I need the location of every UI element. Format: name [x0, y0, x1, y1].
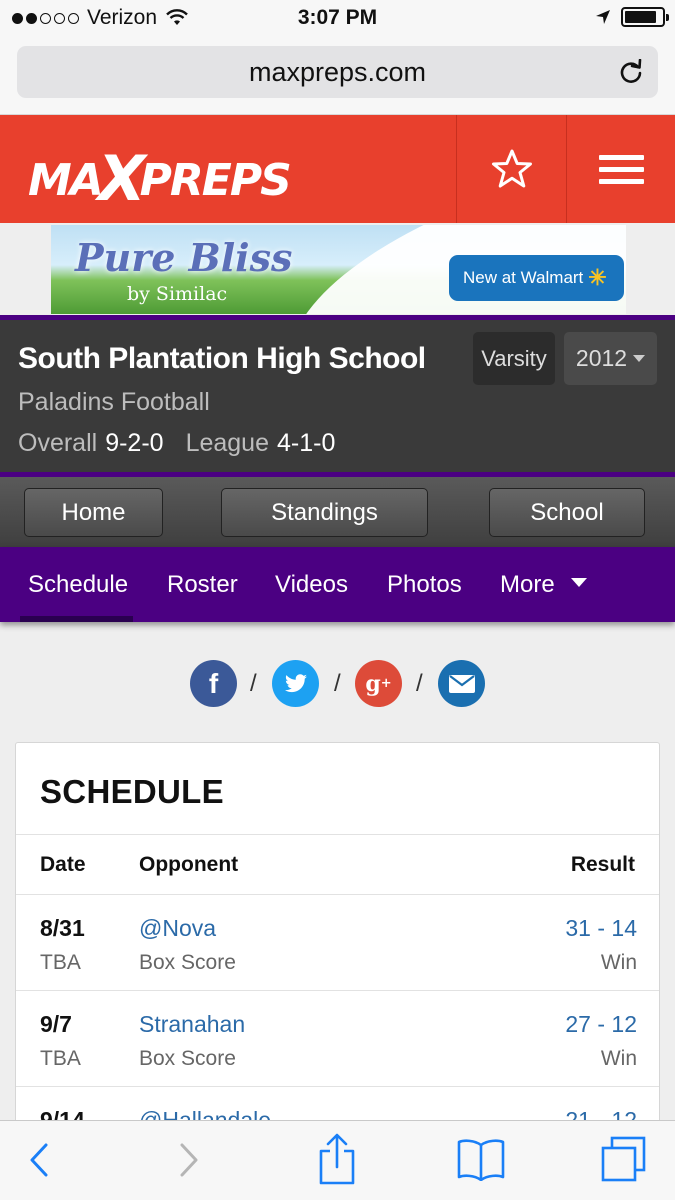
- schedule-title: SCHEDULE: [40, 773, 224, 810]
- share-icon[interactable]: [317, 1131, 357, 1187]
- game-date: 9/7: [40, 1011, 72, 1037]
- hamburger-icon: [598, 148, 644, 191]
- game-time: TBA: [40, 1047, 81, 1070]
- logo-part-b: PREPS: [139, 155, 292, 206]
- score-link[interactable]: 27 - 12: [565, 1011, 637, 1038]
- site-header: MAXPREPS: [0, 115, 675, 223]
- score-link[interactable]: 31 - 14: [565, 915, 637, 942]
- standings-button-label: Standings: [271, 498, 378, 526]
- year-select[interactable]: 2012: [564, 332, 657, 385]
- team-sport: Paladins Football: [18, 388, 210, 416]
- active-tab-indicator: [20, 616, 133, 622]
- tabs-icon[interactable]: [600, 1135, 648, 1183]
- tab-more-label: More: [500, 571, 555, 598]
- team-tabs: Schedule Roster Videos Photos More: [0, 547, 675, 622]
- game-date: 8/31: [40, 915, 85, 941]
- facebook-icon[interactable]: f: [190, 660, 237, 707]
- browser-toolbar: [0, 1120, 675, 1200]
- logo-part-a: MA: [28, 155, 104, 206]
- reload-icon[interactable]: [618, 59, 644, 85]
- divider: [16, 834, 659, 835]
- team-header: South Plantation High School Paladins Fo…: [0, 315, 675, 477]
- overall-label: Overall: [18, 429, 98, 457]
- ad-title: Pure Bliss: [75, 235, 293, 280]
- tab-roster[interactable]: Roster: [167, 571, 238, 599]
- overall-record: 9-2-0: [105, 429, 164, 457]
- chevron-down-icon: [570, 578, 587, 588]
- home-button[interactable]: Home: [24, 488, 163, 537]
- google-plus-icon[interactable]: g +: [355, 660, 402, 707]
- opponent-link[interactable]: Stranahan: [139, 1011, 245, 1038]
- bookmarks-icon[interactable]: [456, 1137, 506, 1181]
- forward-icon[interactable]: [176, 1135, 202, 1185]
- home-button-label: Home: [61, 498, 126, 526]
- league-record: 4-1-0: [277, 429, 336, 457]
- column-header-opponent: Opponent: [139, 853, 239, 876]
- box-score-link[interactable]: Box Score: [139, 951, 236, 975]
- browser-address-area: maxpreps.com: [0, 38, 675, 115]
- game-time: TBA: [40, 951, 81, 974]
- address-bar[interactable]: maxpreps.com: [17, 46, 658, 98]
- school-button[interactable]: School: [489, 488, 645, 537]
- logo-x: X: [97, 142, 146, 215]
- ad-banner[interactable]: Pure Bliss by Similac New at Walmart ✳: [51, 225, 626, 314]
- tab-more[interactable]: More: [500, 571, 587, 599]
- tab-photos[interactable]: Photos: [387, 571, 462, 599]
- share-separator: /: [250, 670, 257, 697]
- share-separator: /: [334, 670, 341, 697]
- ad-cta[interactable]: New at Walmart ✳: [449, 255, 624, 301]
- twitter-icon[interactable]: [272, 660, 319, 707]
- ad-cta-label: New at Walmart: [463, 268, 584, 287]
- walmart-spark-icon: ✳: [588, 265, 607, 290]
- share-separator: /: [416, 670, 423, 697]
- level-label: Varsity: [481, 345, 547, 371]
- school-button-label: School: [530, 498, 604, 526]
- game-result: Win: [600, 951, 637, 974]
- star-icon: [491, 149, 532, 188]
- menu-button[interactable]: [567, 115, 675, 223]
- maxpreps-logo[interactable]: MAXPREPS: [28, 137, 292, 215]
- status-bar: Verizon 3:07 PM: [0, 0, 675, 38]
- level-button[interactable]: Varsity: [473, 332, 555, 385]
- schedule-row: 8/31 TBA @Nova Box Score 31 - 14 Win: [16, 894, 659, 990]
- box-score-link[interactable]: Box Score: [139, 1047, 236, 1071]
- battery-icon: [621, 7, 669, 27]
- favorite-button[interactable]: [457, 115, 566, 223]
- schedule-row: 9/7 TBA Stranahan Box Score 27 - 12 Win: [16, 990, 659, 1086]
- status-right: [595, 7, 669, 27]
- chevron-down-icon: [633, 355, 646, 362]
- game-result: Win: [600, 1047, 637, 1070]
- location-arrow-icon: [596, 10, 610, 24]
- opponent-link[interactable]: @Nova: [139, 915, 216, 942]
- team-record: Overall 9-2-0 League 4-1-0: [18, 429, 357, 458]
- tab-schedule[interactable]: Schedule: [28, 571, 128, 599]
- tab-videos[interactable]: Videos: [275, 571, 348, 599]
- standings-button[interactable]: Standings: [221, 488, 428, 537]
- email-icon[interactable]: [438, 660, 485, 707]
- ad-subtitle: by Similac: [127, 283, 228, 305]
- share-row: f / / g + /: [0, 660, 675, 708]
- clock: 3:07 PM: [297, 6, 378, 29]
- back-icon[interactable]: [26, 1135, 52, 1185]
- league-label: League: [185, 429, 269, 457]
- school-name: South Plantation High School: [18, 342, 426, 375]
- year-value: 2012: [575, 345, 628, 371]
- ad-area: Pure Bliss by Similac New at Walmart ✳: [0, 223, 675, 315]
- secondary-nav: Home Standings School: [0, 477, 675, 547]
- url-text: maxpreps.com: [248, 57, 427, 87]
- column-header-result: Result: [570, 853, 635, 876]
- column-header-date: Date: [40, 853, 86, 876]
